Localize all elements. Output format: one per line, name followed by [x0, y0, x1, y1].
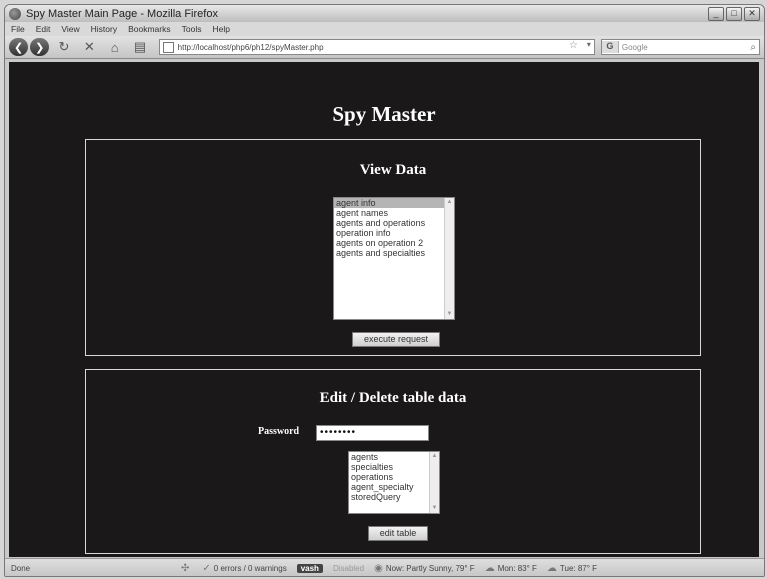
weather-mon[interactable]: ☁ Mon: 83° F — [485, 563, 537, 574]
edit-data-panel: Edit / Delete table data Password ••••••… — [85, 369, 701, 554]
menu-edit[interactable]: Edit — [36, 24, 51, 34]
minimize-button[interactable]: _ — [708, 6, 724, 21]
weather-tue[interactable]: ☁ Tue: 87° F — [547, 563, 597, 574]
bookmark-page-icon[interactable]: ▤ — [132, 39, 147, 55]
list-item[interactable]: agent names — [334, 208, 454, 218]
listbox-scrollbar[interactable]: ▲ ▼ — [444, 198, 454, 319]
check-icon: ✓ — [202, 562, 211, 574]
browser-window: Spy Master Main Page - Mozilla Firefox _… — [4, 4, 765, 577]
home-icon[interactable]: ⌂ — [107, 39, 122, 55]
edit-data-title: Edit / Delete table data — [319, 390, 467, 406]
url-text: http://localhost/php6/ph12/spyMaster.php — [177, 42, 324, 52]
view-data-listbox[interactable]: agent info agent names agents and operat… — [333, 197, 455, 320]
status-bar: Done ✣ ✓ 0 errors / 0 warnings vash Disab… — [5, 558, 764, 576]
status-text: Done — [11, 563, 31, 573]
weather-now-text: Now: Partly Sunny, 79° F — [385, 563, 475, 573]
execute-request-button[interactable]: execute request — [352, 332, 440, 347]
view-data-panel: View Data agent info agent names agents … — [85, 139, 701, 356]
search-placeholder: Google — [621, 42, 648, 52]
url-bar[interactable]: http://localhost/php6/ph12/spyMaster.php… — [158, 39, 595, 55]
menu-bar: File Edit View History Bookmarks Tools H… — [5, 22, 764, 36]
search-box[interactable]: G Google ⌕ — [600, 39, 760, 55]
list-item[interactable]: operations — [349, 472, 439, 482]
menu-file[interactable]: File — [11, 24, 25, 34]
title-bar: Spy Master Main Page - Mozilla Firefox _… — [5, 5, 764, 22]
menu-bookmarks[interactable]: Bookmarks — [128, 24, 171, 34]
list-item[interactable]: agents on operation 2 — [334, 238, 454, 248]
weather-now[interactable]: ◉ Now: Partly Sunny, 79° F — [374, 563, 475, 574]
scroll-up-icon[interactable]: ▲ — [445, 198, 454, 207]
back-button[interactable]: ❮ — [9, 38, 29, 56]
listbox-scrollbar[interactable]: ▲ ▼ — [429, 452, 439, 513]
list-item[interactable]: agents and specialties — [334, 248, 454, 258]
window-title: Spy Master Main Page - Mozilla Firefox — [26, 7, 218, 20]
page-favicon-icon — [162, 41, 174, 53]
forward-arrow-icon: ❯ — [35, 41, 45, 54]
edit-table-button[interactable]: edit table — [368, 526, 428, 541]
view-data-title: View Data — [359, 162, 427, 178]
menu-view[interactable]: View — [61, 24, 79, 34]
forward-button[interactable]: ❯ — [30, 38, 50, 56]
reload-icon[interactable]: ↻ — [56, 39, 71, 55]
password-field[interactable]: •••••••• — [316, 425, 429, 441]
list-item[interactable]: agents — [349, 452, 439, 462]
stop-icon[interactable]: ✕ — [82, 39, 97, 55]
page-content: Spy Master View Data agent info agent na… — [9, 62, 759, 557]
back-arrow-icon: ❮ — [13, 41, 24, 54]
page-title: Spy Master — [332, 102, 436, 126]
vash-addon[interactable]: vash — [296, 563, 323, 573]
menu-help[interactable]: Help — [212, 24, 229, 34]
list-item[interactable]: agents and operations — [334, 218, 454, 228]
edit-table-listbox[interactable]: agents specialties operations agent_spec… — [348, 451, 440, 514]
list-item[interactable]: storedQuery — [349, 492, 439, 502]
url-dropdown-icon[interactable]: ▾ — [587, 40, 591, 49]
firefox-icon — [9, 7, 21, 20]
scroll-down-icon[interactable]: ▼ — [430, 504, 439, 513]
scroll-down-icon[interactable]: ▼ — [445, 310, 454, 319]
disabled-status: Disabled — [332, 563, 365, 573]
close-button[interactable]: ✕ — [744, 6, 760, 21]
list-item[interactable]: agent info — [334, 198, 454, 208]
cloud-icon: ☁ — [484, 562, 495, 574]
search-icon[interactable]: ⌕ — [750, 42, 756, 53]
globe-icon: ◉ — [374, 562, 383, 574]
password-label: Password — [258, 426, 300, 437]
cloud-icon: ☁ — [546, 562, 557, 574]
menu-tools[interactable]: Tools — [182, 24, 202, 34]
maximize-button[interactable]: □ — [726, 6, 742, 21]
list-item[interactable]: operation info — [334, 228, 454, 238]
error-console[interactable]: ✓ 0 errors / 0 warnings — [202, 563, 286, 574]
puzzle-icon[interactable]: ✣ — [181, 563, 189, 574]
list-item[interactable]: specialties — [349, 462, 439, 472]
list-item[interactable]: agent_specialty — [349, 482, 439, 492]
scroll-up-icon[interactable]: ▲ — [430, 452, 439, 461]
error-count: 0 errors / 0 warnings — [213, 563, 287, 573]
search-engine-icon[interactable]: G — [601, 41, 619, 53]
star-icon[interactable]: ☆ — [569, 40, 578, 51]
status-addon: ✣ — [181, 563, 192, 574]
navigation-toolbar: ❮ ❯ ↻ ✕ ⌂ ▤ http://localhost/php6/ph12/s… — [5, 36, 764, 59]
weather-mon-text: Mon: 83° F — [497, 563, 537, 573]
menu-history[interactable]: History — [91, 24, 117, 34]
weather-tue-text: Tue: 87° F — [559, 563, 598, 573]
